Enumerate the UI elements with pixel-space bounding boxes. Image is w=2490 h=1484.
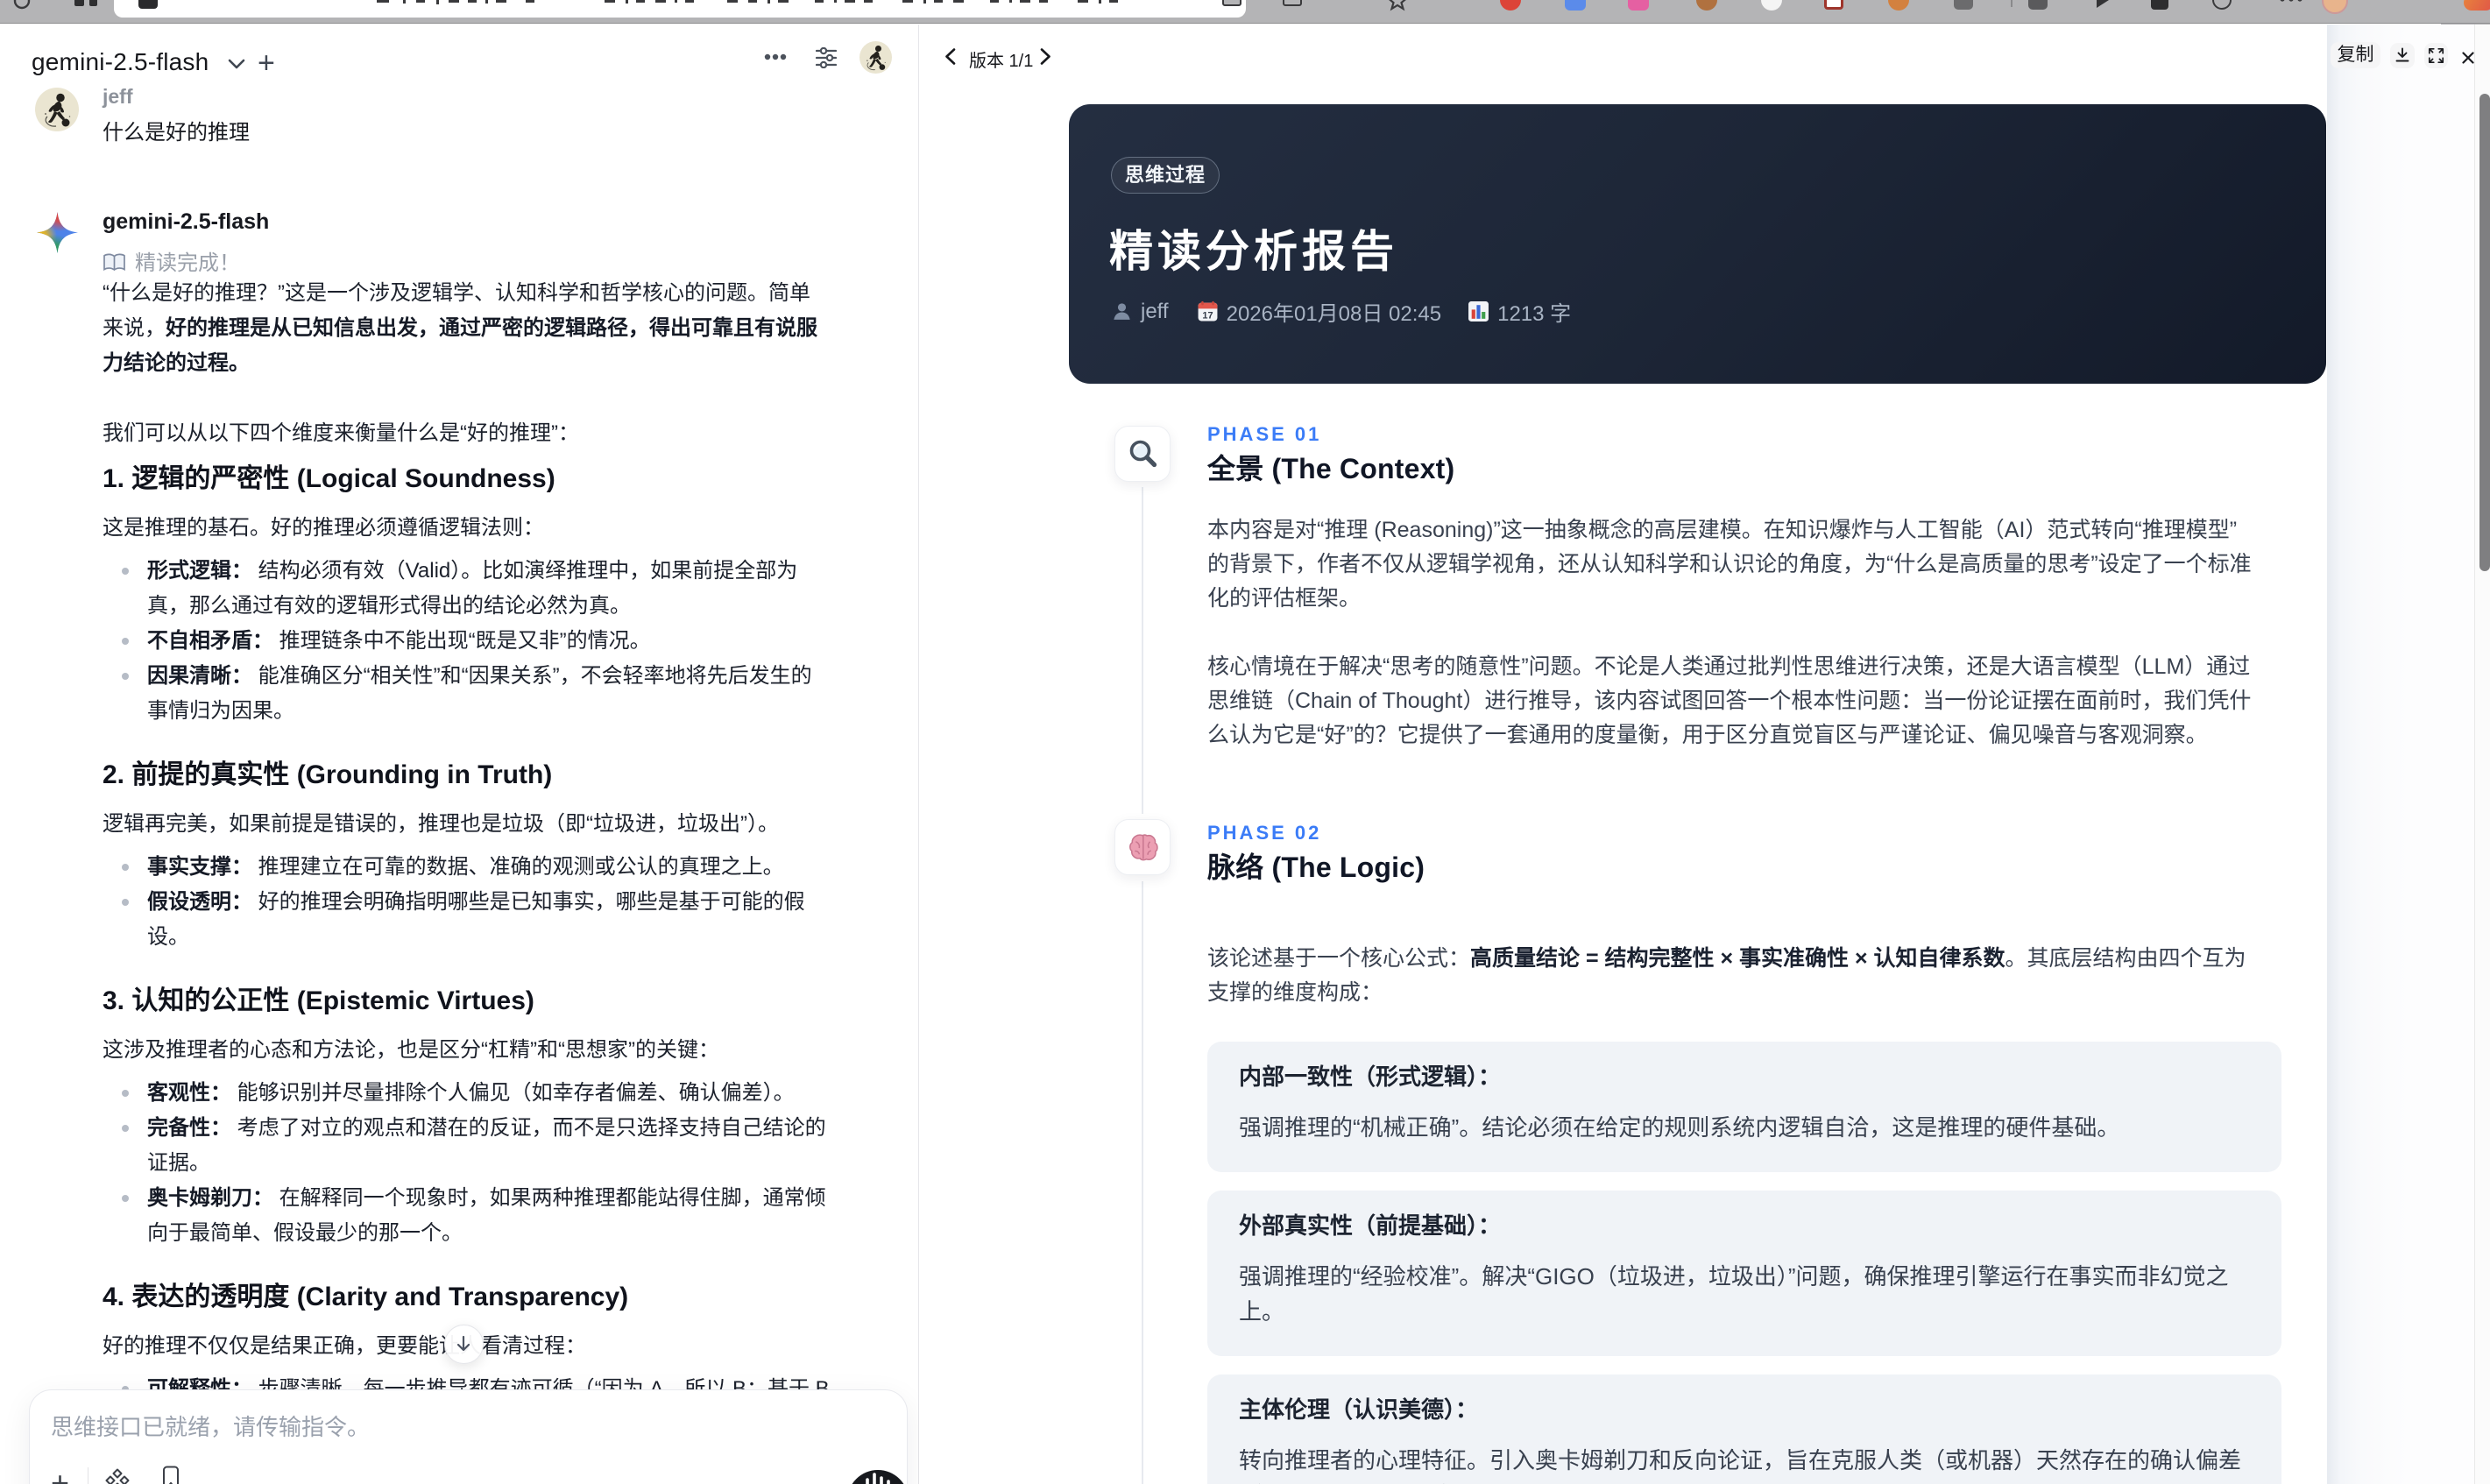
- svg-text:17: 17: [1202, 310, 1213, 321]
